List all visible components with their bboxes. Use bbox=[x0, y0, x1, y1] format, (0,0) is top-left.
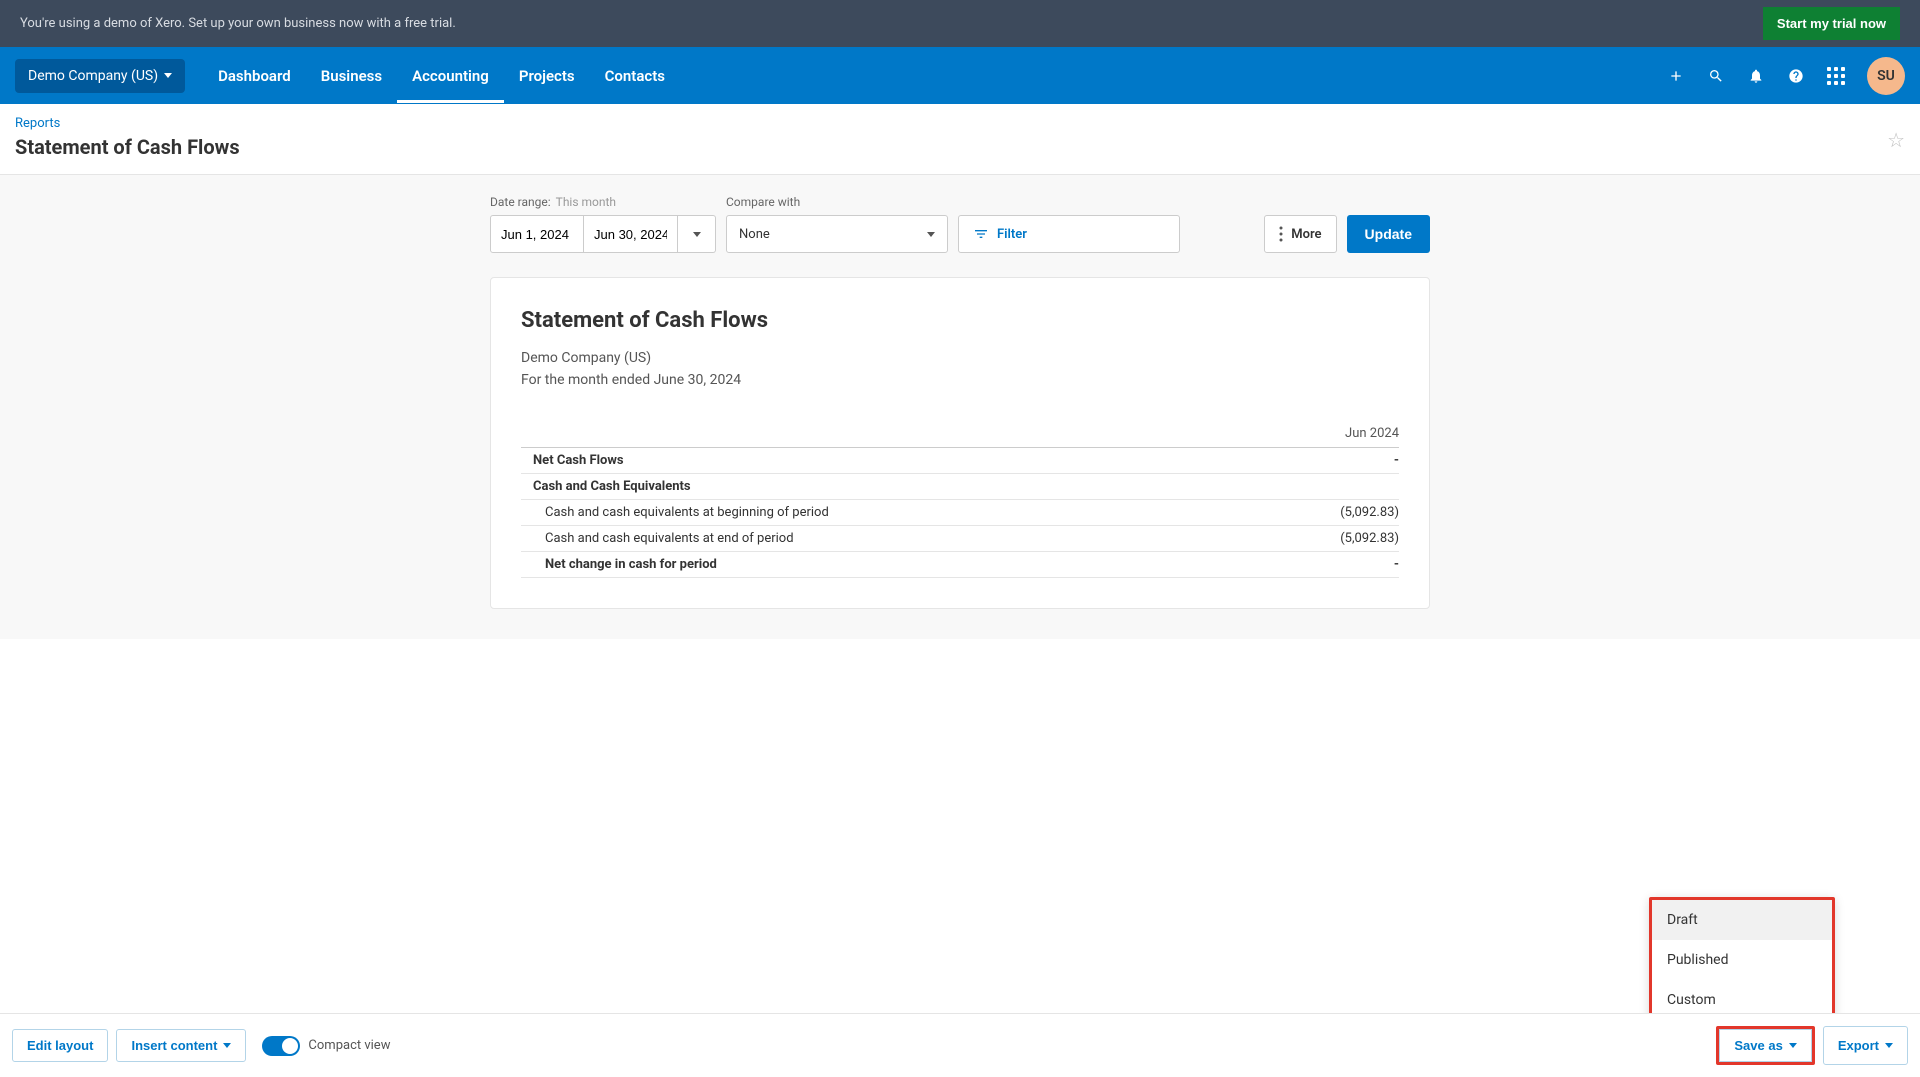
filter-button[interactable]: Filter bbox=[958, 215, 1180, 253]
saveas-menu: Draft Published Custom bbox=[1649, 897, 1835, 1023]
save-as-button[interactable]: Save as bbox=[1719, 1029, 1811, 1062]
compare-group: Compare with None bbox=[726, 195, 948, 253]
nav-business[interactable]: Business bbox=[306, 49, 397, 103]
bell-icon[interactable] bbox=[1747, 67, 1765, 85]
saveas-published[interactable]: Published bbox=[1652, 940, 1832, 980]
table-row: Cash and cash equivalents at beginning o… bbox=[521, 499, 1399, 525]
row-label: Net change in cash for period bbox=[521, 551, 1258, 577]
row-label: Cash and Cash Equivalents bbox=[521, 473, 1258, 499]
date-range-label: Date range: This month bbox=[490, 195, 716, 209]
nav-right: SU bbox=[1667, 57, 1905, 95]
help-icon[interactable] bbox=[1787, 67, 1805, 85]
avatar[interactable]: SU bbox=[1867, 57, 1905, 95]
compare-select[interactable]: None bbox=[726, 215, 948, 253]
nav-contacts[interactable]: Contacts bbox=[590, 49, 680, 103]
demo-banner: You're using a demo of Xero. Set up your… bbox=[0, 0, 1920, 47]
start-trial-button[interactable]: Start my trial now bbox=[1763, 7, 1900, 40]
dots-vertical-icon bbox=[1279, 226, 1283, 242]
edit-layout-button[interactable]: Edit layout bbox=[12, 1029, 108, 1062]
company-selector[interactable]: Demo Company (US) bbox=[15, 59, 185, 93]
filter-group: Filter bbox=[958, 195, 1180, 253]
table-row: Net change in cash for period- bbox=[521, 551, 1399, 577]
row-label: Cash and cash equivalents at end of peri… bbox=[521, 525, 1258, 551]
column-header: Jun 2024 bbox=[1258, 420, 1399, 448]
report-wrap: Statement of Cash Flows Demo Company (US… bbox=[0, 277, 1920, 639]
more-button[interactable]: More bbox=[1264, 215, 1336, 253]
row-value bbox=[1258, 473, 1399, 499]
chevron-down-icon bbox=[1789, 1043, 1797, 1048]
export-button[interactable]: Export bbox=[1823, 1026, 1908, 1065]
report-company: Demo Company (US) bbox=[521, 347, 1399, 369]
row-value: - bbox=[1258, 447, 1399, 473]
breadcrumb[interactable]: Reports bbox=[15, 116, 240, 131]
update-button[interactable]: Update bbox=[1347, 215, 1430, 253]
demo-text: You're using a demo of Xero. Set up your… bbox=[20, 16, 456, 31]
table-row: Cash and cash equivalents at end of peri… bbox=[521, 525, 1399, 551]
compact-view-label: Compact view bbox=[308, 1038, 390, 1053]
apps-icon[interactable] bbox=[1827, 67, 1845, 85]
chevron-down-icon bbox=[223, 1043, 231, 1048]
row-value: (5,092.83) bbox=[1258, 525, 1399, 551]
page-title: Statement of Cash Flows bbox=[15, 135, 240, 159]
chevron-down-icon bbox=[164, 73, 172, 78]
row-value: - bbox=[1258, 551, 1399, 577]
date-from-input[interactable] bbox=[490, 215, 584, 253]
report-card: Statement of Cash Flows Demo Company (US… bbox=[490, 277, 1430, 609]
row-value: (5,092.83) bbox=[1258, 499, 1399, 525]
row-label: Net Cash Flows bbox=[521, 447, 1258, 473]
nav-accounting[interactable]: Accounting bbox=[397, 49, 504, 103]
nav-links: Dashboard Business Accounting Projects C… bbox=[203, 49, 680, 103]
nav-projects[interactable]: Projects bbox=[504, 49, 590, 103]
date-range-group: Date range: This month bbox=[490, 195, 716, 253]
filter-icon bbox=[973, 226, 989, 242]
star-icon[interactable]: ☆ bbox=[1887, 128, 1905, 152]
plus-icon[interactable] bbox=[1667, 67, 1685, 85]
date-range-caret[interactable] bbox=[678, 215, 716, 253]
chevron-down-icon bbox=[927, 232, 935, 237]
chevron-down-icon bbox=[1885, 1043, 1893, 1048]
compact-view-toggle[interactable] bbox=[262, 1036, 300, 1056]
search-icon[interactable] bbox=[1707, 67, 1725, 85]
company-name: Demo Company (US) bbox=[28, 68, 158, 84]
nav-dashboard[interactable]: Dashboard bbox=[203, 49, 306, 103]
report-title: Statement of Cash Flows bbox=[521, 308, 1399, 333]
compare-label: Compare with bbox=[726, 195, 948, 209]
page-header: Reports Statement of Cash Flows ☆ bbox=[0, 104, 1920, 175]
saveas-highlight: Save as bbox=[1716, 1026, 1814, 1065]
controls-bar: Date range: This month Compare with None… bbox=[0, 175, 1920, 277]
report-period: For the month ended June 30, 2024 bbox=[521, 369, 1399, 391]
date-to-input[interactable] bbox=[584, 215, 678, 253]
main-nav: Demo Company (US) Dashboard Business Acc… bbox=[0, 47, 1920, 104]
table-row: Net Cash Flows- bbox=[521, 447, 1399, 473]
saveas-draft[interactable]: Draft bbox=[1652, 900, 1832, 940]
insert-content-button[interactable]: Insert content bbox=[116, 1029, 246, 1062]
bottom-bar: Edit layout Insert content Compact view … bbox=[0, 1013, 1920, 1077]
row-label: Cash and cash equivalents at beginning o… bbox=[521, 499, 1258, 525]
report-table: Jun 2024 Net Cash Flows-Cash and Cash Eq… bbox=[521, 420, 1399, 578]
table-row: Cash and Cash Equivalents bbox=[521, 473, 1399, 499]
